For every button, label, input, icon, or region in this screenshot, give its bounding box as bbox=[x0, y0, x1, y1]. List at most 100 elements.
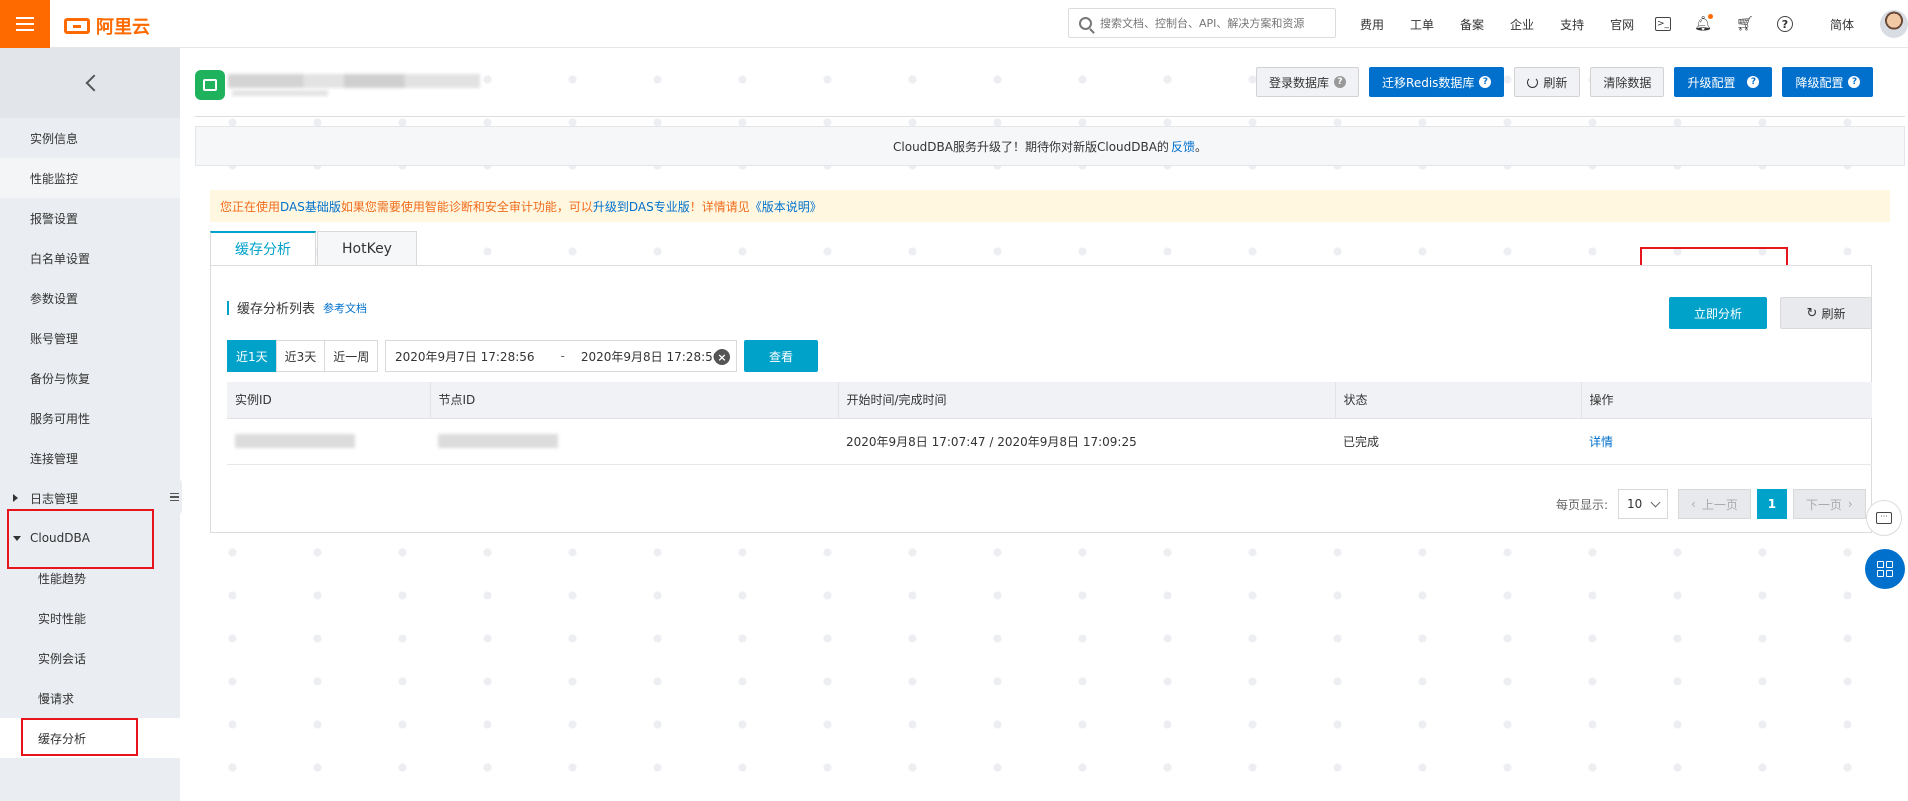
date-range-picker[interactable]: 2020年9月7日 17:28:56 - 2020年9月8日 17:28:56 … bbox=[385, 340, 737, 372]
range-1-week[interactable]: 近一周 bbox=[324, 340, 379, 372]
warning-text-2: 如果您需要使用智能诊断和安全审计功能，可以 bbox=[340, 199, 593, 214]
feedback-link[interactable]: 反馈 bbox=[1171, 138, 1195, 155]
collapse-icon bbox=[169, 493, 179, 501]
end-date: 2020年9月8日 17:28:56 bbox=[580, 349, 721, 364]
nav-icp[interactable]: 备案 bbox=[1460, 16, 1484, 33]
cell-instance-id bbox=[227, 418, 430, 465]
nav-support[interactable]: 支持 bbox=[1560, 16, 1584, 33]
language-switch[interactable]: 简体 bbox=[1830, 16, 1854, 33]
sidebar-subitem-slow-requests[interactable]: 慢请求 bbox=[0, 678, 180, 718]
col-status: 状态 bbox=[1335, 382, 1582, 419]
per-page-select[interactable]: 10 bbox=[1618, 489, 1669, 519]
chat-float-button[interactable]: ··· bbox=[1866, 500, 1902, 536]
sidebar-item-instance-info[interactable]: 实例信息 bbox=[0, 118, 180, 158]
tab-hotkey[interactable]: HotKey bbox=[317, 231, 417, 265]
question-icon: ? bbox=[1334, 76, 1347, 88]
instance-name-redacted bbox=[228, 74, 480, 88]
sidebar-item-alarm-settings[interactable]: 报警设置 bbox=[0, 198, 180, 238]
sidebar-subitem-label: 实例会话 bbox=[38, 651, 87, 666]
current-page[interactable]: 1 bbox=[1756, 489, 1787, 519]
das-upgrade-link[interactable]: 升级到DAS专业版 bbox=[593, 198, 690, 215]
sidebar-item-availability[interactable]: 服务可用性 bbox=[0, 398, 180, 438]
login-db-label: 登录数据库 bbox=[1269, 75, 1330, 90]
sidebar-item-accounts[interactable]: 账号管理 bbox=[0, 318, 180, 358]
logo-mark-icon bbox=[64, 18, 90, 34]
query-button[interactable]: 查看 bbox=[744, 340, 818, 372]
prev-label: 上一页 bbox=[1701, 497, 1738, 512]
sidebar-item-label: CloudDBA bbox=[30, 531, 90, 545]
sidebar-subitem-realtime[interactable]: 实时性能 bbox=[0, 598, 180, 638]
sidebar-item-label: 备份与恢复 bbox=[30, 371, 91, 386]
sidebar-subitem-perf-trend[interactable]: 性能趋势 bbox=[0, 558, 180, 598]
next-page-button[interactable]: 下一页 › bbox=[1792, 489, 1866, 519]
analyze-now-button[interactable]: 立即分析 bbox=[1669, 297, 1767, 329]
migrate-redis-button[interactable]: 迁移Redis数据库? bbox=[1369, 67, 1505, 97]
list-refresh-button[interactable]: ↻ 刷新 bbox=[1780, 297, 1872, 329]
bell-icon[interactable]: 🔔︎ bbox=[1693, 14, 1713, 34]
apps-float-button[interactable] bbox=[1865, 549, 1905, 589]
sidebar-collapse-handle[interactable] bbox=[166, 478, 182, 516]
cell-status: 已完成 bbox=[1335, 418, 1581, 465]
search-input[interactable] bbox=[1100, 16, 1330, 30]
das-basic-link[interactable]: DAS基础版 bbox=[280, 198, 341, 215]
sidebar-item-label: 日志管理 bbox=[30, 491, 79, 506]
upgrade-notice: CloudDBA服务升级了！期待你对新版CloudDBA的 反馈 。 bbox=[195, 126, 1905, 166]
nav-ticket[interactable]: 工单 bbox=[1410, 16, 1434, 33]
clear-data-button[interactable]: 清除数据 bbox=[1590, 67, 1665, 97]
login-db-button[interactable]: 登录数据库? bbox=[1256, 67, 1360, 97]
sidebar-item-logs[interactable]: 日志管理 bbox=[0, 478, 180, 518]
cache-analysis-panel: 缓存分析列表 参考文档 立即分析 ↻ 刷新 近1天 近3天 近一周 2020年9… bbox=[210, 265, 1872, 533]
reference-doc-link[interactable]: 参考文档 bbox=[323, 300, 367, 316]
nav-website[interactable]: 官网 bbox=[1610, 16, 1634, 33]
sidebar-item-label: 实例信息 bbox=[30, 131, 79, 146]
sidebar-item-clouddba[interactable]: CloudDBA bbox=[0, 518, 180, 558]
help-icon[interactable]: ? bbox=[1777, 16, 1793, 32]
top-nav: 费用 工单 备案 企业 支持 官网 bbox=[1360, 0, 1660, 48]
sidebar-item-whitelist[interactable]: 白名单设置 bbox=[0, 238, 180, 278]
avatar[interactable] bbox=[1880, 10, 1908, 38]
cell-time: 2020年9月8日 17:07:47 / 2020年9月8日 17:09:25 bbox=[838, 418, 1335, 465]
clear-icon[interactable]: × bbox=[714, 349, 730, 365]
tab-bar: 缓存分析 HotKey bbox=[210, 231, 418, 265]
sidebar-item-connections[interactable]: 连接管理 bbox=[0, 438, 180, 478]
downgrade-button[interactable]: 降级配置? bbox=[1782, 67, 1874, 97]
sidebar-item-parameters[interactable]: 参数设置 bbox=[0, 278, 180, 318]
details-link[interactable]: 详情 bbox=[1589, 435, 1613, 449]
sidebar-back-button[interactable] bbox=[0, 48, 180, 118]
sidebar-subitem-label: 慢请求 bbox=[38, 691, 75, 706]
sidebar-subitem-cache-analysis[interactable]: 缓存分析 bbox=[0, 718, 180, 758]
sidebar-item-backup[interactable]: 备份与恢复 bbox=[0, 358, 180, 398]
version-notes-link[interactable]: 《版本说明》 bbox=[750, 198, 822, 215]
notice-text: CloudDBA服务升级了！期待你对新版CloudDBA的 bbox=[893, 139, 1169, 154]
header-actions: 登录数据库? 迁移Redis数据库? 刷新 清除数据 升级配置? 降级配置? bbox=[1256, 67, 1874, 97]
analysis-table: 实例ID 节点ID 开始时间/完成时间 状态 操作 2020年9月8日 17:0… bbox=[227, 382, 1872, 465]
migrate-label: 迁移Redis数据库 bbox=[1382, 75, 1475, 90]
refresh-label: 刷新 bbox=[1543, 75, 1568, 90]
range-3-days[interactable]: 近3天 bbox=[275, 340, 326, 372]
table-row: 2020年9月8日 17:07:47 / 2020年9月8日 17:09:25 … bbox=[227, 418, 1872, 465]
nav-enterprise[interactable]: 企业 bbox=[1510, 16, 1534, 33]
prev-page-button[interactable]: ‹ 上一页 bbox=[1678, 489, 1751, 519]
tab-cache-analysis[interactable]: 缓存分析 bbox=[210, 231, 316, 265]
cart-icon[interactable]: 🛒︎ bbox=[1735, 14, 1755, 34]
terminal-icon[interactable]: >_ bbox=[1655, 17, 1671, 31]
nav-billing[interactable]: 费用 bbox=[1360, 16, 1384, 33]
header-divider bbox=[195, 116, 1905, 117]
menu-icon[interactable] bbox=[0, 0, 50, 48]
sidebar-item-performance-monitor[interactable]: 性能监控 bbox=[0, 158, 180, 198]
chat-icon: ··· bbox=[1876, 512, 1892, 524]
section-title: 缓存分析列表 参考文档 bbox=[227, 298, 367, 317]
upgrade-button[interactable]: 升级配置? bbox=[1674, 67, 1773, 97]
search-box[interactable] bbox=[1068, 8, 1336, 38]
per-page-label: 每页显示: bbox=[1556, 497, 1609, 512]
warning-text-3: ！详情请见 bbox=[689, 199, 750, 214]
sidebar-item-label: 服务可用性 bbox=[30, 411, 91, 426]
sidebar-subitem-sessions[interactable]: 实例会话 bbox=[0, 638, 180, 678]
col-instance-id: 实例ID bbox=[227, 382, 431, 419]
redis-instance-icon bbox=[195, 70, 225, 100]
range-1-day[interactable]: 近1天 bbox=[227, 340, 277, 372]
header-refresh-button[interactable]: 刷新 bbox=[1514, 67, 1581, 97]
aliyun-logo[interactable]: 阿里云 bbox=[64, 13, 150, 39]
title-bar-accent bbox=[227, 300, 229, 315]
sidebar-item-label: 账号管理 bbox=[30, 331, 79, 346]
